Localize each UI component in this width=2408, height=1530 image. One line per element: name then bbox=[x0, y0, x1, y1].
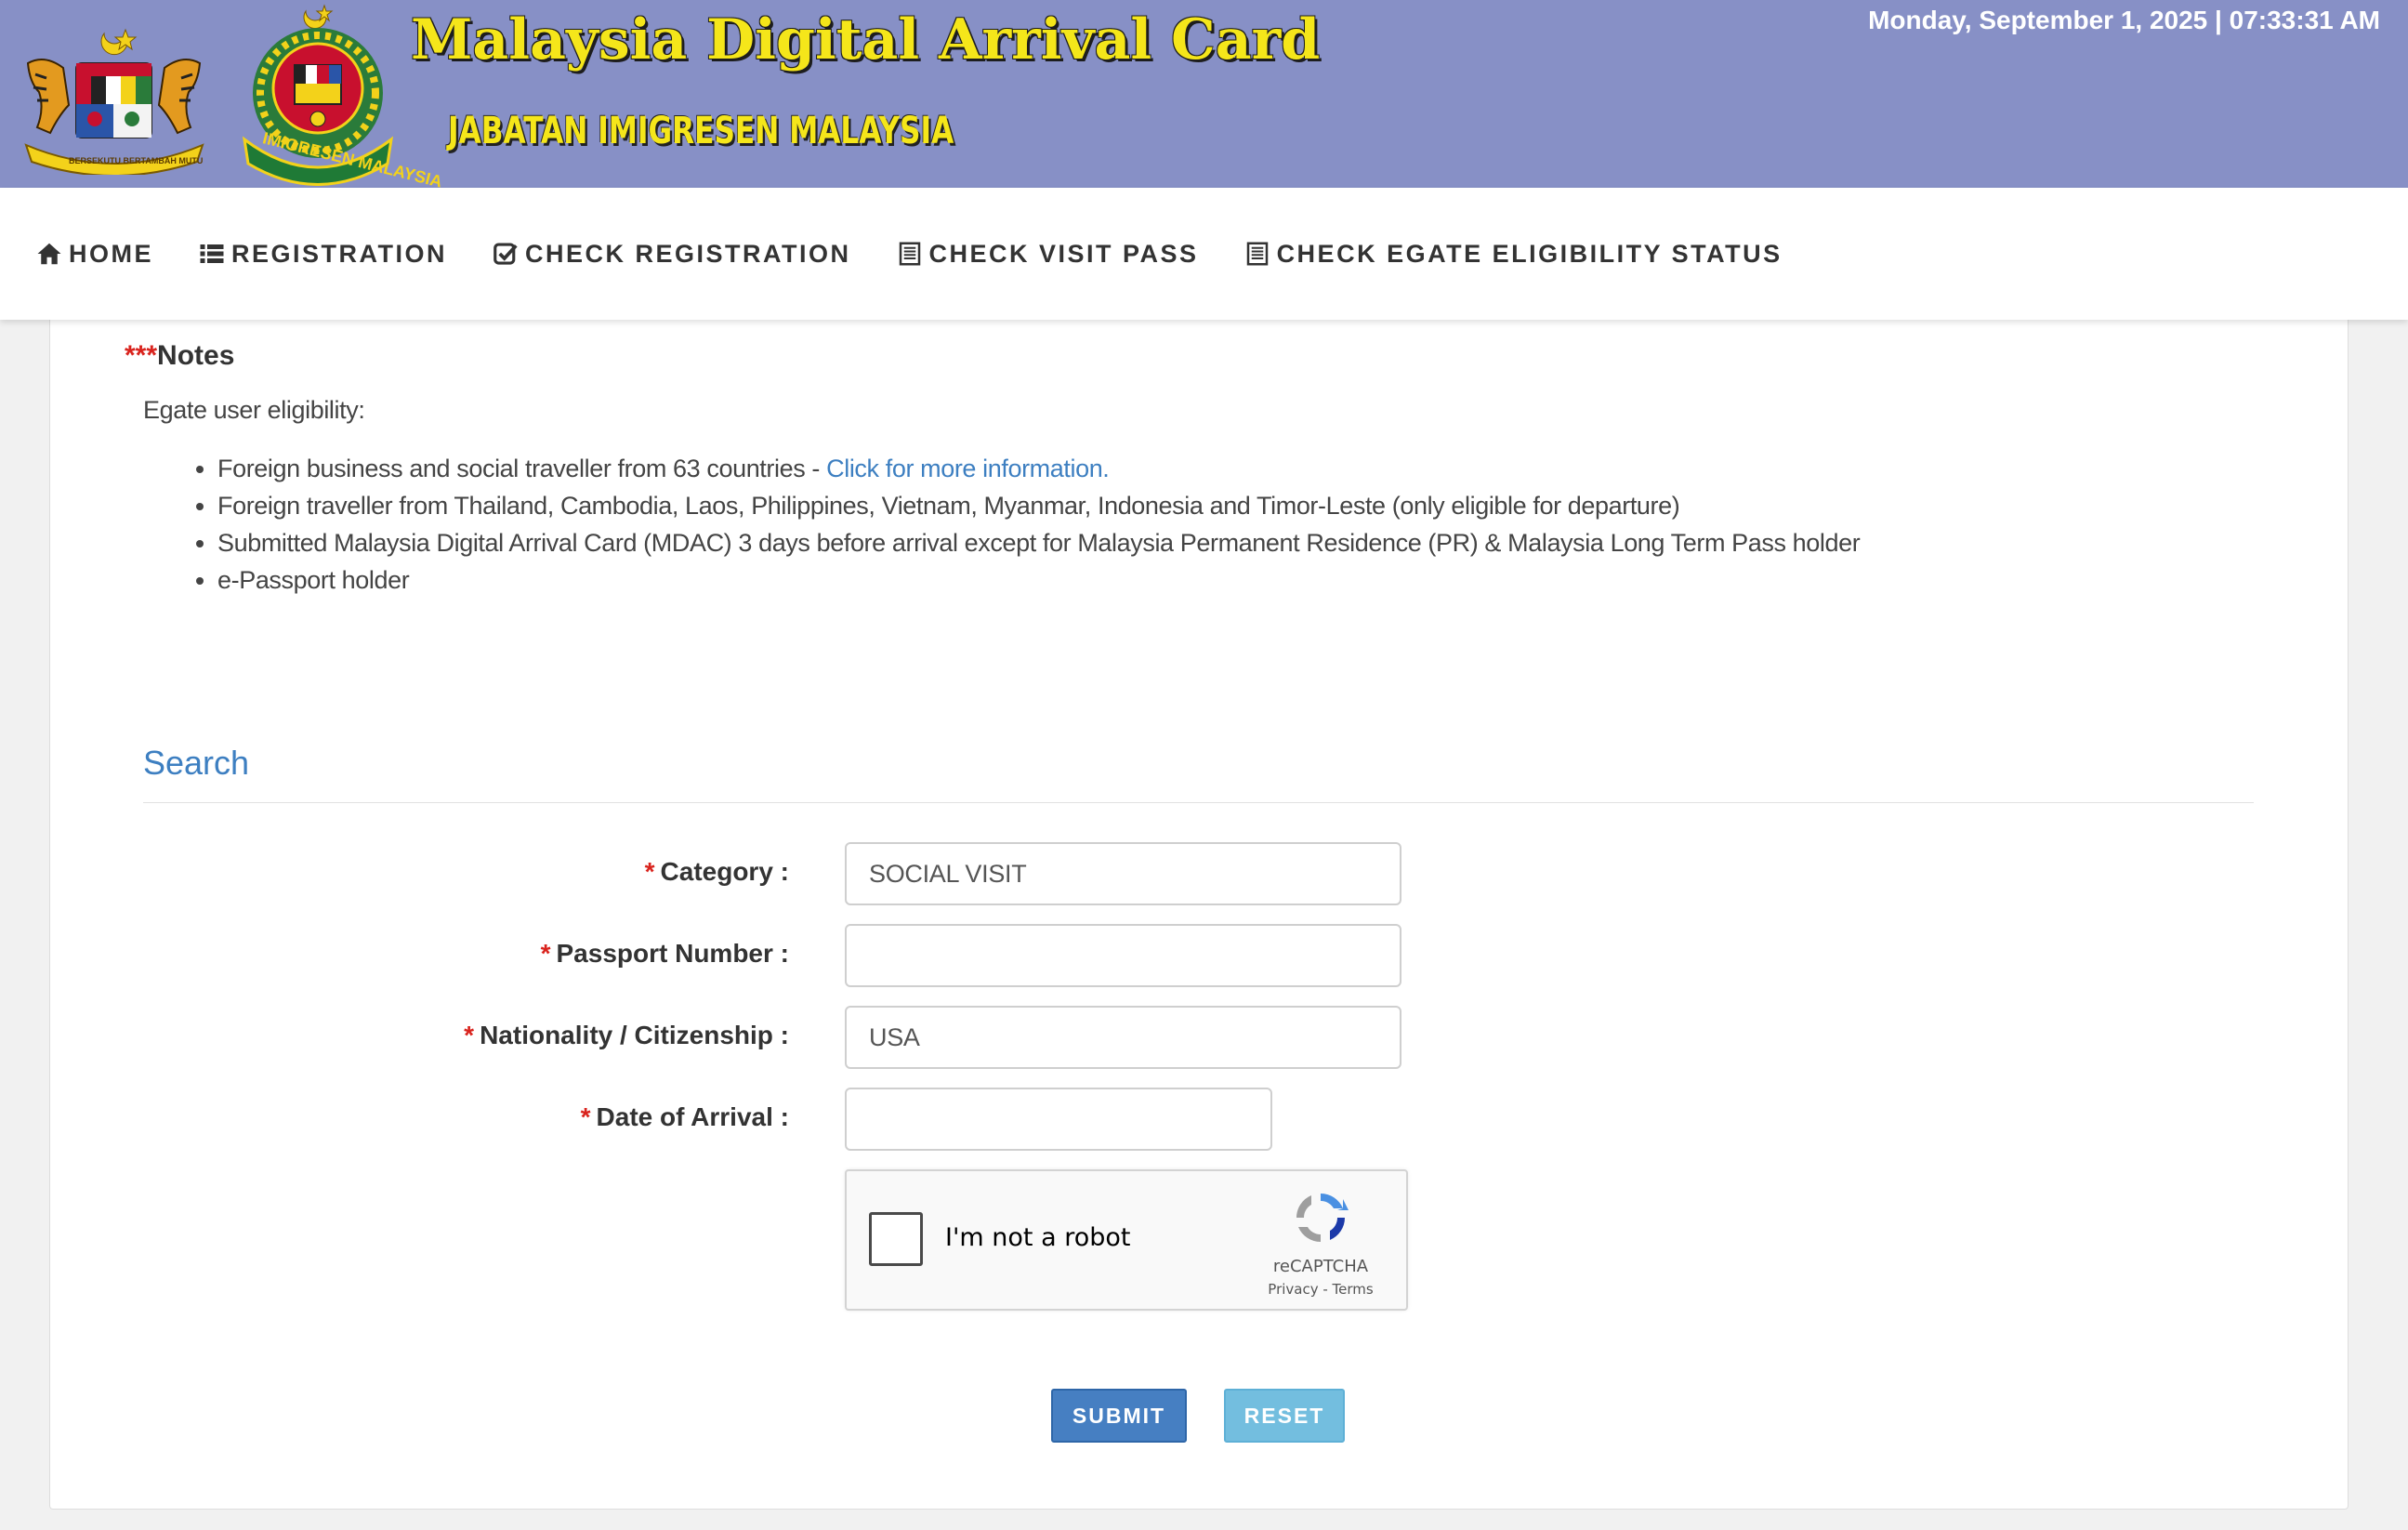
required-mark: * bbox=[644, 857, 655, 886]
date-of-arrival-input[interactable] bbox=[845, 1088, 1272, 1151]
notes-title-text: Notes bbox=[157, 340, 235, 371]
notes-stars: *** bbox=[125, 340, 158, 371]
search-section-title: Search bbox=[143, 744, 250, 782]
coat-of-arms-logo bbox=[24, 28, 204, 175]
note-text: e-Passport holder bbox=[217, 566, 410, 594]
recaptcha-label: I'm not a robot bbox=[945, 1223, 1131, 1252]
nav-home-label: HOME bbox=[69, 239, 153, 268]
reset-button[interactable]: RESET bbox=[1224, 1389, 1345, 1443]
list-item: e-Passport holder bbox=[217, 561, 2262, 599]
nav-registration-label: REGISTRATION bbox=[231, 239, 447, 268]
emblem-ribbon-text: BERSEKUTU BERTAMBAH MUTU bbox=[69, 156, 204, 165]
recaptcha-checkbox[interactable] bbox=[869, 1212, 923, 1266]
note-text: Submitted Malaysia Digital Arrival Card … bbox=[217, 529, 1861, 557]
section-divider bbox=[143, 802, 2254, 803]
list-item: Submitted Malaysia Digital Arrival Card … bbox=[217, 524, 2262, 561]
required-mark: * bbox=[540, 939, 551, 968]
more-info-link[interactable]: Click for more information. bbox=[826, 455, 1110, 482]
nationality-label-text: Nationality / Citizenship : bbox=[480, 1021, 789, 1049]
nationality-label: * Nationality / Citizenship : bbox=[138, 1021, 789, 1050]
date-of-arrival-label-text: Date of Arrival : bbox=[596, 1102, 789, 1131]
nav-check-registration-label: CHECK REGISTRATION bbox=[525, 239, 851, 268]
recaptcha-logo-icon bbox=[1296, 1194, 1349, 1242]
category-label: * Category : bbox=[138, 857, 789, 887]
site-title: Malaysia Digital Arrival Card bbox=[411, 7, 1321, 73]
notes-heading: ***Notes bbox=[125, 340, 234, 372]
content-panel: ***Notes Egate user eligibility: Foreign… bbox=[49, 320, 2349, 1510]
category-field[interactable] bbox=[845, 842, 1401, 905]
nav-check-egate-eligibility[interactable]: CHECK EGATE ELIGIBILITY STATUS bbox=[1243, 240, 1783, 269]
list-item: Foreign traveller from Thailand, Cambodi… bbox=[217, 487, 2262, 524]
nav-check-visit-pass-label: CHECK VISIT PASS bbox=[928, 239, 1199, 268]
passport-number-label: * Passport Number : bbox=[138, 939, 789, 969]
required-mark: * bbox=[464, 1021, 475, 1049]
nav-check-registration[interactable]: CHECK REGISTRATION bbox=[492, 240, 851, 269]
nav-home[interactable]: HOME bbox=[35, 240, 153, 269]
home-icon bbox=[37, 243, 61, 265]
current-datetime: Monday, September 1, 2025 | 07:33:31 AM bbox=[1868, 6, 2380, 34]
submit-button[interactable]: SUBMIT bbox=[1051, 1389, 1187, 1443]
nationality-field[interactable] bbox=[845, 1006, 1401, 1069]
list-item: Foreign business and social traveller fr… bbox=[217, 450, 2262, 487]
list-icon bbox=[200, 244, 224, 263]
notes-intro: Egate user eligibility: bbox=[143, 396, 365, 424]
note-text: Foreign business and social traveller fr… bbox=[217, 455, 827, 482]
category-label-text: Category : bbox=[660, 857, 789, 886]
nav-registration[interactable]: REGISTRATION bbox=[198, 240, 447, 269]
document-icon bbox=[899, 242, 920, 266]
site-subtitle: JABATAN IMIGRESEN MALAYSIA bbox=[448, 110, 954, 152]
recaptcha-widget: I'm not a robot reCAPTCHA Privacy - Term… bbox=[845, 1169, 1408, 1311]
note-text: Foreign traveller from Thailand, Cambodi… bbox=[217, 492, 1680, 520]
nav-check-egate-eligibility-label: CHECK EGATE ELIGIBILITY STATUS bbox=[1276, 239, 1783, 268]
date-of-arrival-label: * Date of Arrival : bbox=[138, 1102, 789, 1132]
recaptcha-brand: reCAPTCHA bbox=[1272, 1257, 1369, 1276]
notes-list: Foreign business and social traveller fr… bbox=[217, 450, 2262, 599]
recaptcha-privacy-terms-link[interactable]: Privacy - Terms bbox=[1237, 1281, 1404, 1298]
nav-check-visit-pass[interactable]: CHECK VISIT PASS bbox=[896, 240, 1199, 269]
page-scrollbar[interactable] bbox=[2380, 320, 2408, 1530]
main-navigation: HOME REGISTRATION CHECK REGISTRATION CHE… bbox=[0, 188, 2408, 320]
document-icon bbox=[1246, 242, 1268, 266]
check-square-icon bbox=[493, 243, 518, 265]
required-mark: * bbox=[580, 1102, 591, 1131]
passport-number-label-text: Passport Number : bbox=[556, 939, 790, 968]
site-header: BERSEKUTU BERTAMBAH MUTU IMIGRESEN MALAY… bbox=[0, 0, 2408, 191]
passport-number-input[interactable] bbox=[845, 924, 1401, 987]
